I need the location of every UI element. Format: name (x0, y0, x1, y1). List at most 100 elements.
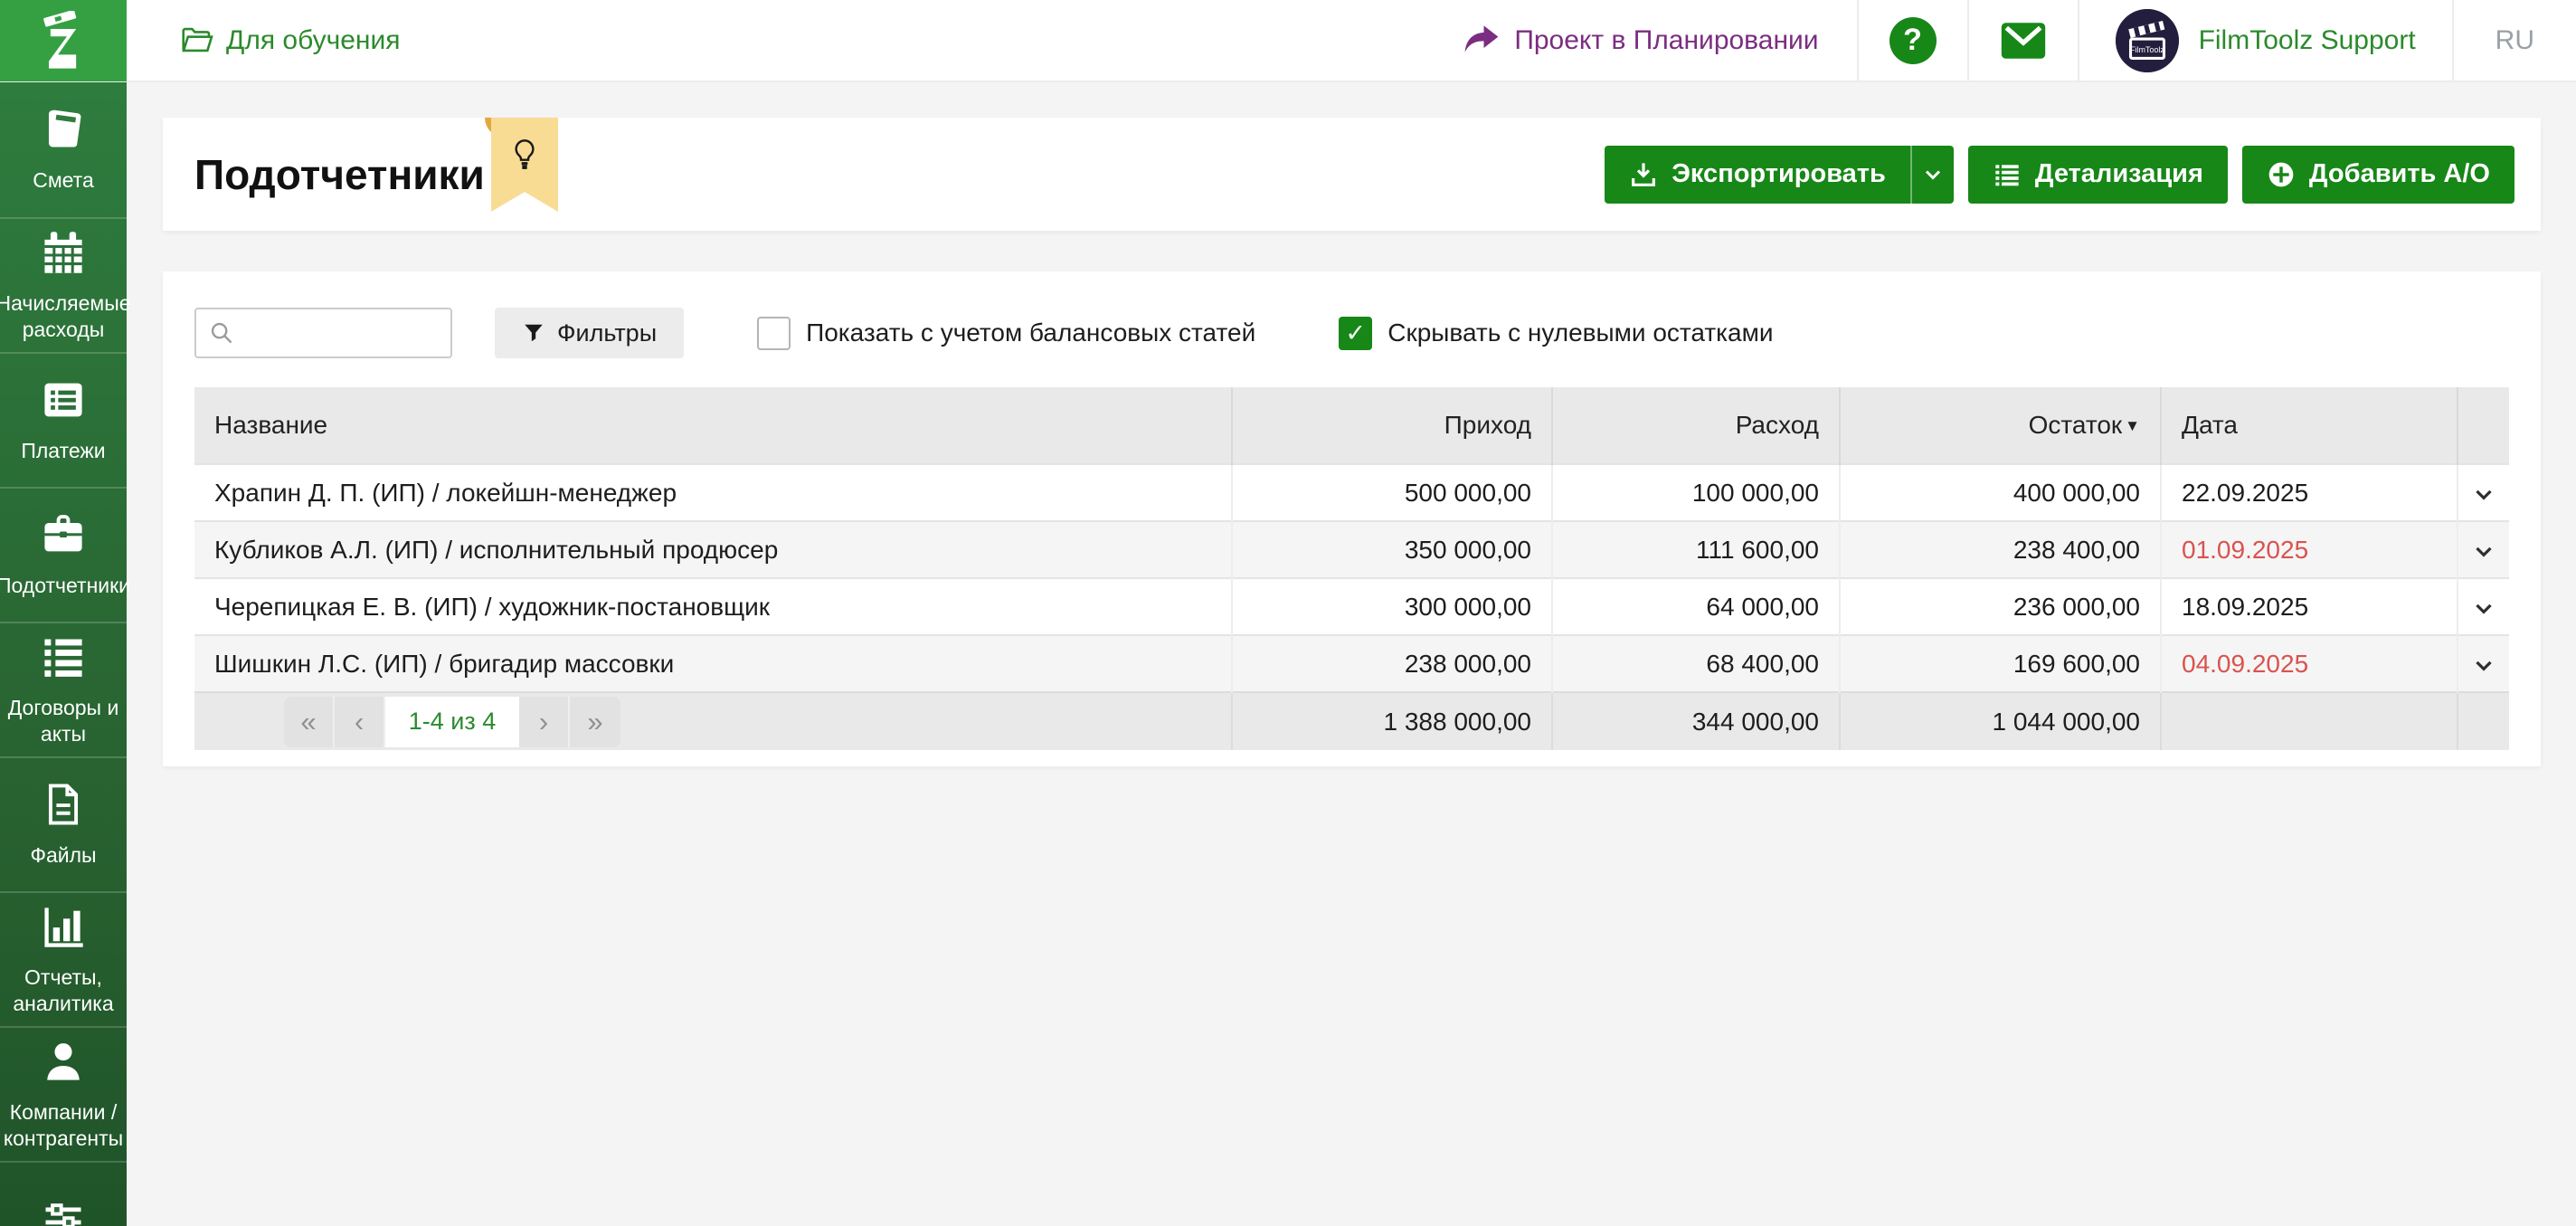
row-expand-button[interactable] (2458, 635, 2509, 692)
search-input[interactable] (243, 309, 438, 356)
sidebar-item-files[interactable]: Файлы (0, 756, 127, 891)
cell-balance: 236 000,00 (1840, 578, 2161, 635)
help-icon: ? (1889, 17, 1937, 64)
sidebar-item-reports[interactable]: Отчеты, аналитика (0, 891, 127, 1026)
calendar-icon (40, 229, 87, 276)
cell-income: 500 000,00 (1232, 464, 1552, 521)
sidebar-item-label: Подотчетники (0, 573, 130, 599)
total-expense: 344 000,00 (1552, 692, 1840, 750)
pagination-prev-button[interactable]: ‹ (335, 697, 385, 747)
app-logo[interactable] (0, 0, 127, 81)
file-icon (40, 781, 87, 828)
checkbox-unchecked-icon[interactable] (757, 317, 791, 350)
table-row[interactable]: Кубликов А.Л. (ИП) / исполнительный прод… (194, 521, 2509, 578)
sidebar-item-contracts[interactable]: Договоры и акты (0, 622, 127, 756)
sidebar-item-label: Смета (33, 167, 94, 194)
cell-balance: 169 600,00 (1840, 635, 2161, 692)
column-header-income[interactable]: Приход (1232, 387, 1552, 464)
sidebar-item-payments[interactable]: Платежи (0, 352, 127, 487)
column-header-name[interactable]: Название (194, 387, 1232, 464)
cell-income: 350 000,00 (1232, 521, 1552, 578)
main-content: Подотчетники Экспортировать (127, 82, 2576, 1226)
help-button[interactable]: ? (1857, 0, 1967, 81)
filmtoolz-app: Для обучения Проект в Планировании ? (0, 0, 2576, 1226)
pagination-first-button[interactable]: « (284, 697, 335, 747)
sidebar-item-label: Платежи (21, 438, 105, 464)
export-dropdown-button[interactable] (1910, 146, 1954, 204)
details-button[interactable]: Детализация (1968, 146, 2228, 204)
sidebar-item-label: Отчеты, аналитика (5, 965, 121, 1017)
table-row[interactable]: Храпин Д. П. (ИП) / локейшн-менеджер 500… (194, 464, 2509, 521)
checkbox-hide-zero[interactable]: ✓ Скрывать с нулевыми остатками (1339, 317, 1773, 350)
svg-text:FilmToolz: FilmToolz (2130, 44, 2164, 53)
accountables-card: Фильтры Показать с учетом балансовых ста… (163, 271, 2541, 766)
cell-name: Черепицкая Е. В. (ИП) / художник-постано… (194, 578, 1232, 635)
pagination-last-button[interactable]: » (570, 697, 620, 747)
top-right-cluster: Проект в Планировании ? (1425, 0, 2576, 81)
search-box (194, 308, 452, 358)
export-button[interactable]: Экспортировать (1605, 146, 1910, 204)
cell-income: 300 000,00 (1232, 578, 1552, 635)
column-header-date[interactable]: Дата (2161, 387, 2458, 464)
table-footer-row: « ‹ 1-4 из 4 › » 1 388 000,00 344 000,00… (194, 692, 2509, 750)
sidebar-item-settings[interactable] (0, 1161, 127, 1226)
person-icon (40, 1038, 87, 1085)
row-expand-button[interactable] (2458, 521, 2509, 578)
cell-expense: 68 400,00 (1552, 635, 1840, 692)
column-header-actions (2458, 387, 2509, 464)
project-link[interactable]: Для обучения (181, 25, 401, 56)
logo-z-clapper-icon (37, 11, 90, 71)
share-arrow-icon (1463, 25, 1500, 56)
sidebar: Смета Начисляемые расходы (0, 82, 127, 1226)
support-user-name: FilmToolz Support (2199, 25, 2416, 56)
checkbox-checked-icon[interactable]: ✓ (1339, 317, 1372, 350)
column-header-expense[interactable]: Расход (1552, 387, 1840, 464)
cell-date: 22.09.2025 (2161, 464, 2458, 521)
pagination-range-label: 1-4 из 4 (385, 697, 519, 747)
sidebar-item-companies[interactable]: Компании / контрагенты (0, 1026, 127, 1161)
avatar: FilmToolz (2116, 9, 2179, 72)
cell-date: 04.09.2025 (2161, 635, 2458, 692)
project-name: Для обучения (226, 25, 401, 56)
payments-list-icon (40, 376, 87, 423)
column-header-balance[interactable]: Остаток▼ (1840, 387, 2161, 464)
cell-name: Храпин Д. П. (ИП) / локейшн-менеджер (194, 464, 1232, 521)
messages-button[interactable] (1967, 0, 2078, 81)
row-expand-button[interactable] (2458, 578, 2509, 635)
pagination-next-button[interactable]: › (519, 697, 570, 747)
language-label: RU (2496, 25, 2534, 56)
page-header: Подотчетники Экспортировать (163, 118, 2541, 231)
sidebar-item-label: Файлы (30, 842, 96, 869)
cell-date: 01.09.2025 (2161, 521, 2458, 578)
funnel-icon (522, 321, 545, 345)
row-expand-button[interactable] (2458, 464, 2509, 521)
clapperboard-avatar-icon: FilmToolz (2116, 9, 2179, 72)
language-switcher[interactable]: RU (2452, 0, 2576, 81)
table-row[interactable]: Шишкин Л.С. (ИП) / бригадир массовки 238… (194, 635, 2509, 692)
chevron-down-icon (2470, 594, 2497, 622)
cell-expense: 64 000,00 (1552, 578, 1840, 635)
user-menu[interactable]: FilmToolz FilmToolz Support (2078, 0, 2452, 81)
sidebar-item-accountables[interactable]: Подотчетники (0, 487, 127, 622)
book-icon (40, 106, 87, 153)
checkbox-balance-articles[interactable]: Показать с учетом балансовых статей (757, 317, 1255, 350)
sidebar-item-label: Договоры и акты (5, 695, 121, 747)
sidebar-item-accrued-expenses[interactable]: Начисляемые расходы (0, 217, 127, 352)
plus-circle-icon (2267, 160, 2296, 189)
hint-bookmark[interactable] (491, 118, 558, 212)
project-status-link[interactable]: Проект в Планировании (1425, 0, 1856, 81)
add-advance-report-button[interactable]: Добавить А/О (2242, 146, 2514, 204)
list-icon (1993, 160, 2022, 189)
contracts-list-icon (40, 633, 87, 680)
total-income: 1 388 000,00 (1232, 692, 1552, 750)
cell-balance: 238 400,00 (1840, 521, 2161, 578)
bar-chart-icon (40, 903, 87, 950)
total-actions-empty (2458, 692, 2509, 750)
top-bar: Для обучения Проект в Планировании ? (0, 0, 2576, 82)
sliders-icon (40, 1199, 87, 1226)
total-balance: 1 044 000,00 (1840, 692, 2161, 750)
sidebar-item-smeta[interactable]: Смета (0, 82, 127, 217)
cell-expense: 100 000,00 (1552, 464, 1840, 521)
table-row[interactable]: Черепицкая Е. В. (ИП) / художник-постано… (194, 578, 2509, 635)
filters-button[interactable]: Фильтры (495, 308, 684, 358)
